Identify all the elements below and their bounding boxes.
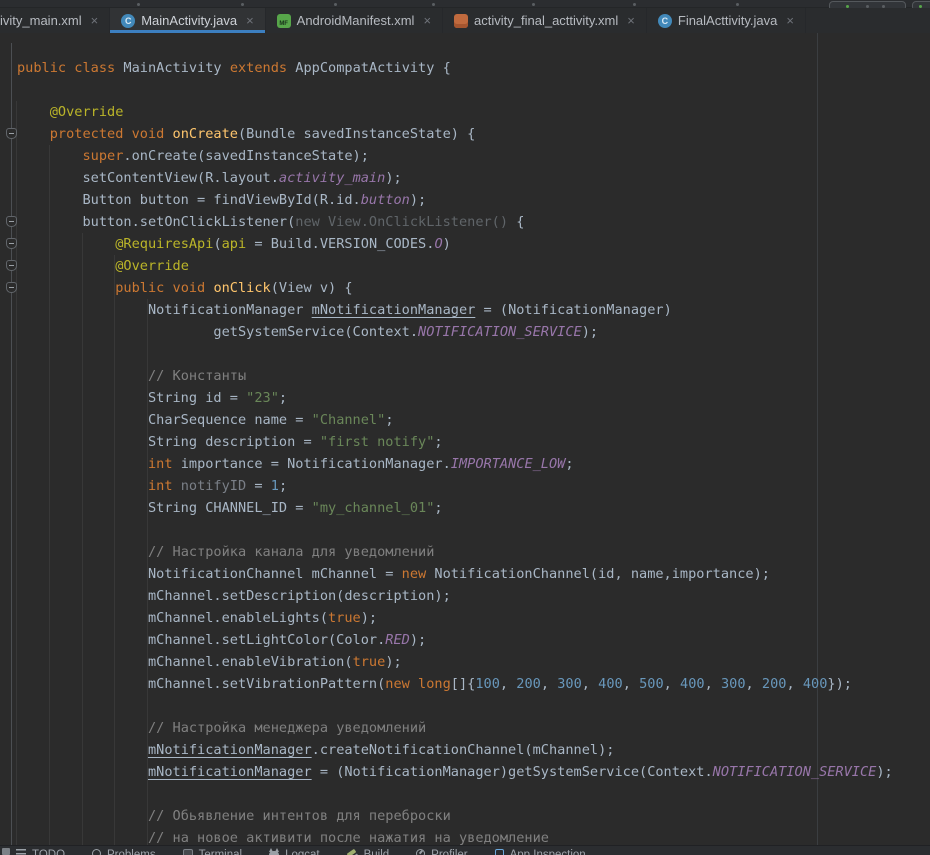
tab-label: activity_final_acttivity.xml (474, 13, 618, 28)
code-line: mChannel.enableLights(true); (17, 607, 930, 629)
tab-label: FinalActtivity.java (678, 13, 777, 28)
app-inspection-icon (495, 849, 504, 855)
statusbar-item-label: Build (364, 848, 390, 855)
statusbar-item-logcat[interactable]: Logcat (269, 848, 320, 855)
todo-icon (16, 849, 26, 855)
code-line: int notifyID = 1; (17, 475, 930, 497)
toolbar-icon-fragment (736, 3, 739, 6)
code-line: // Настройка канала для уведомлений (17, 541, 930, 563)
statusbar-item-todo[interactable]: TODO (16, 848, 65, 855)
tab-AndroidManifest.xml[interactable]: MF AndroidManifest.xml × (266, 8, 443, 33)
toolbar-icon-fragment (633, 3, 636, 6)
xml-layout-icon (454, 14, 468, 28)
code-line: mChannel.setVibrationPattern(new long[]{… (17, 673, 930, 695)
statusbar-item-profiler[interactable]: Profiler (416, 848, 467, 855)
code-line: Button button = findViewById(R.id.button… (17, 189, 930, 211)
code-line: String id = "23"; (17, 387, 930, 409)
close-icon[interactable]: × (246, 14, 254, 27)
status-bar: TODO Problems Terminal Logcat Build Profiler A… (0, 845, 930, 855)
code-line: mChannel.setLightColor(Color.RED); (17, 629, 930, 651)
close-icon[interactable]: × (423, 14, 431, 27)
editor[interactable]: public class MainActivity extends AppCom… (0, 33, 930, 855)
statusbar-item-label: Terminal (199, 848, 242, 855)
fold-toggle-icon[interactable] (6, 216, 17, 227)
code-line: String CHANNEL_ID = "my_channel_01"; (17, 497, 930, 519)
code-line: CharSequence name = "Channel"; (17, 409, 930, 431)
ide-window: ivity_main.xml × C MainActivity.java × MF Andr… (0, 0, 930, 855)
fold-toggle-icon[interactable] (6, 128, 17, 139)
code-line: mNotificationManager.createNotificationC… (17, 739, 930, 761)
fold-toggle-icon[interactable] (6, 238, 17, 249)
tab-label: ivity_main.xml (0, 13, 82, 28)
close-icon[interactable]: × (786, 14, 794, 27)
statusbar-item-build[interactable]: Build (347, 848, 390, 855)
fold-toggle-icon[interactable] (6, 260, 17, 271)
tab-label: MainActivity.java (141, 13, 237, 28)
code-line (17, 695, 930, 717)
toolbar-icon-fragment (432, 3, 435, 6)
statusbar-item-label: Problems (107, 848, 156, 855)
code-line: protected void onCreate(Bundle savedInst… (17, 123, 930, 145)
statusbar-item-label: TODO (32, 848, 65, 855)
code-line: @Override (17, 101, 930, 123)
statusbar-item-label: App Inspection (510, 848, 586, 855)
code-line: int importance = NotificationManager.IMP… (17, 453, 930, 475)
fold-gutter-line (11, 43, 12, 851)
fold-toggle-icon[interactable] (6, 282, 17, 293)
code-line: String description = "first notify"; (17, 431, 930, 453)
toolbar-icon-fragment (334, 3, 337, 6)
tab-activity_final_acttivity.xml[interactable]: activity_final_acttivity.xml × (443, 8, 647, 33)
tab-FinalActtivity.java[interactable]: C FinalActtivity.java × (647, 8, 806, 33)
statusbar-item-label: Logcat (285, 848, 320, 855)
profiler-icon (416, 849, 425, 855)
manifest-icon: MF (277, 14, 291, 28)
window-corner-icon (2, 848, 10, 855)
code-line: NotificationManager mNotificationManager… (17, 299, 930, 321)
close-icon[interactable]: × (91, 14, 99, 27)
tab-MainActivity.java[interactable]: C MainActivity.java × (110, 8, 265, 33)
code-line: @Override (17, 255, 930, 277)
tab-bar: ivity_main.xml × C MainActivity.java × MF Andr… (0, 8, 930, 33)
code-line: // Константы (17, 365, 930, 387)
terminal-icon (183, 849, 193, 855)
close-icon[interactable]: × (627, 14, 635, 27)
statusbar-item-app-inspection[interactable]: App Inspection (495, 848, 586, 855)
code-line (17, 519, 930, 541)
code-line: @RequiresApi(api = Build.VERSION_CODES.O… (17, 233, 930, 255)
toolbar-icon-fragment (137, 3, 140, 6)
code-line: button.setOnClickListener(new View.OnCli… (17, 211, 930, 233)
code-line: // Настройка менеджера уведомлений (17, 717, 930, 739)
statusbar-item-label: Profiler (431, 848, 467, 855)
code-line: NotificationChannel mChannel = new Notif… (17, 563, 930, 585)
java-class-icon: C (658, 14, 672, 28)
java-class-icon: C (121, 14, 135, 28)
code-area[interactable]: public class MainActivity extends AppCom… (17, 57, 930, 849)
logcat-icon (269, 851, 279, 855)
code-line: mNotificationManager = (NotificationMana… (17, 761, 930, 783)
toolbar-icon-fragment (532, 3, 535, 6)
code-line: public void onClick(View v) { (17, 277, 930, 299)
statusbar-item-terminal[interactable]: Terminal (183, 848, 242, 855)
code-line (17, 783, 930, 805)
tab-ivity_main.xml[interactable]: ivity_main.xml × (0, 8, 110, 33)
code-line (17, 343, 930, 365)
code-line (17, 79, 930, 101)
code-line: setContentView(R.layout.activity_main); (17, 167, 930, 189)
statusbar-item-problems[interactable]: Problems (92, 848, 156, 855)
code-line: // Обьявление интентов для переброски (17, 805, 930, 827)
toolbar-icon-fragment (241, 3, 244, 6)
code-line: mChannel.setDescription(description); (17, 585, 930, 607)
top-toolbar-strip (0, 0, 930, 8)
build-icon (347, 849, 358, 855)
code-line: public class MainActivity extends AppCom… (17, 57, 930, 79)
tab-label: AndroidManifest.xml (297, 13, 415, 28)
code-line: mChannel.enableVibration(true); (17, 651, 930, 673)
problems-icon (92, 849, 101, 855)
code-line: super.onCreate(savedInstanceState); (17, 145, 930, 167)
code-line: getSystemService(Context.NOTIFICATION_SE… (17, 321, 930, 343)
